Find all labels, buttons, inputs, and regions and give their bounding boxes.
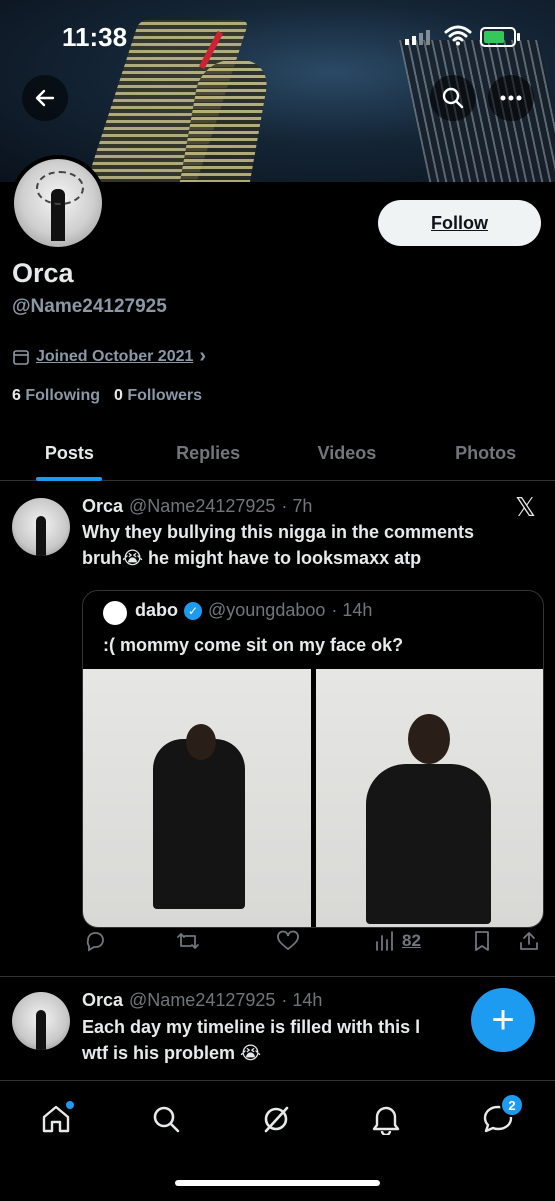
quote-handle: @youngdaboo xyxy=(208,600,326,620)
post-avatar[interactable] xyxy=(12,992,70,1050)
followers-label: Followers xyxy=(127,387,203,404)
quote-photo[interactable] xyxy=(316,669,543,927)
joined-date[interactable]: Joined October 2021 › xyxy=(12,345,206,368)
follow-stats: 6 Following 0 Followers xyxy=(12,387,202,405)
tab-videos[interactable]: Videos xyxy=(278,426,417,480)
avatar-figure xyxy=(36,1010,46,1050)
messages-badge: 2 xyxy=(500,1093,524,1117)
compose-post-button[interactable]: + xyxy=(471,988,535,1052)
avatar-swirl xyxy=(36,171,84,205)
chevron-right-icon: › xyxy=(199,345,207,367)
follow-button[interactable]: Follow xyxy=(378,200,541,246)
followers-count: 0 xyxy=(114,387,123,404)
post-divider xyxy=(0,976,555,977)
post-text: Why they bullying this nigga in the comm… xyxy=(82,519,474,571)
views-chart-icon xyxy=(376,931,393,951)
post-time: · 7h xyxy=(281,496,313,516)
profile-avatar[interactable] xyxy=(10,155,106,251)
back-button[interactable] xyxy=(22,75,68,121)
x-logo-icon: 𝕏 xyxy=(515,492,536,522)
post-text-line: Why they bullying this nigga in the comm… xyxy=(82,522,475,542)
avatar-figure xyxy=(36,516,46,556)
post-header: Orca @Name24127925 · 7h xyxy=(82,496,312,517)
post-handle: @Name24127925 xyxy=(129,496,276,516)
quote-header: dabo ✓ @youngdaboo · 14h xyxy=(135,600,372,621)
tab-replies[interactable]: Replies xyxy=(139,426,278,480)
cellular-signal-icon xyxy=(405,30,430,45)
grok-icon xyxy=(264,1106,289,1133)
status-bar: 11:38 xyxy=(0,0,555,70)
quote-photo[interactable] xyxy=(83,669,311,927)
search-icon xyxy=(442,87,464,109)
nav-grok[interactable] xyxy=(256,1099,296,1139)
nav-home[interactable] xyxy=(36,1099,76,1139)
quote-time: · 14h xyxy=(331,600,373,620)
views-count: 82 xyxy=(402,931,421,950)
quoted-post[interactable]: dabo ✓ @youngdaboo · 14h :( mommy come s… xyxy=(82,590,544,928)
quote-avatar xyxy=(103,601,127,625)
bookmark-button[interactable] xyxy=(472,930,492,952)
post-time: · 14h xyxy=(281,990,323,1010)
views-button[interactable]: 82 xyxy=(374,930,421,952)
nav-search[interactable] xyxy=(146,1099,186,1139)
photo-person xyxy=(153,739,245,909)
profile-tabs: Posts Replies Videos Photos xyxy=(0,426,555,481)
wifi-icon xyxy=(444,25,472,46)
following-count: 6 xyxy=(12,387,21,404)
profile-name: Orca xyxy=(12,258,74,288)
post-author[interactable]: Orca xyxy=(82,496,123,517)
post-text-line: wtf is his problem 😭 xyxy=(82,1043,262,1063)
quote-text: :( mommy come sit on my face ok? xyxy=(103,635,404,655)
tab-posts[interactable]: Posts xyxy=(0,426,139,480)
more-horizontal-icon xyxy=(500,95,522,101)
status-time: 11:38 xyxy=(62,22,128,52)
notification-dot xyxy=(66,1101,74,1109)
post-text-line: Each day my timeline is filled with this… xyxy=(82,1017,421,1037)
post-author[interactable]: Orca xyxy=(82,990,123,1011)
photo-person-head xyxy=(186,724,216,760)
post-text: Each day my timeline is filled with this… xyxy=(82,1014,420,1066)
followers-link[interactable]: 0 Followers xyxy=(114,387,202,405)
share-button[interactable] xyxy=(518,930,540,952)
nav-messages[interactable]: 2 xyxy=(478,1093,524,1139)
following-label: Following xyxy=(25,387,101,404)
joined-date-label: Joined October 2021 xyxy=(36,347,194,365)
verified-badge-icon: ✓ xyxy=(184,601,202,620)
search-icon xyxy=(153,1106,180,1133)
photo-person-head xyxy=(408,714,450,764)
like-button[interactable] xyxy=(276,930,300,952)
photo-person xyxy=(366,764,491,924)
heart-icon xyxy=(277,930,299,951)
battery-icon xyxy=(480,27,520,47)
home-indicator xyxy=(175,1180,380,1186)
post-handle: @Name24127925 xyxy=(129,990,276,1010)
search-button[interactable] xyxy=(430,75,476,121)
following-link[interactable]: 6 Following xyxy=(12,387,100,405)
plus-icon: + xyxy=(491,997,515,1042)
reply-icon xyxy=(86,932,104,952)
post-header: Orca @Name24127925 · 14h xyxy=(82,990,322,1011)
arrow-left-icon xyxy=(35,89,55,107)
calendar-icon xyxy=(13,349,29,365)
post-actions: 82 xyxy=(82,930,542,960)
nav-notifications[interactable] xyxy=(366,1099,406,1139)
bell-icon xyxy=(372,1106,400,1135)
reply-button[interactable] xyxy=(84,930,106,952)
share-icon xyxy=(520,932,538,950)
profile-handle: @Name24127925 xyxy=(12,296,167,317)
quote-author: dabo xyxy=(135,600,178,620)
tab-photos[interactable]: Photos xyxy=(416,426,555,480)
repost-icon xyxy=(177,933,199,949)
repost-button[interactable] xyxy=(176,930,200,952)
more-options-button[interactable] xyxy=(488,75,534,121)
post-avatar[interactable] xyxy=(12,498,70,556)
bookmark-icon xyxy=(475,931,489,951)
post-text-line: bruh😭 he might have to looksmaxx atp xyxy=(82,548,422,568)
